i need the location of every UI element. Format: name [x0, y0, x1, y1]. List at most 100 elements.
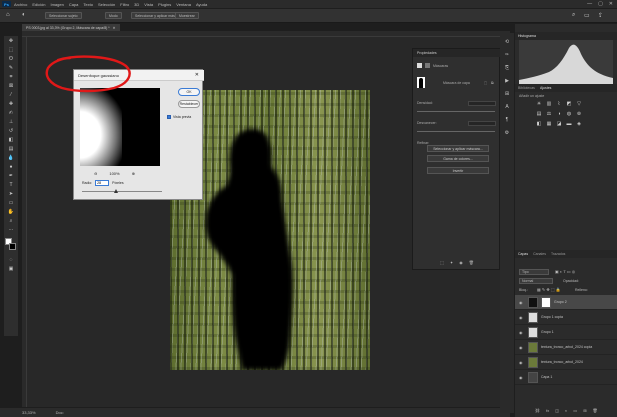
maximize-icon[interactable]: ▢ [598, 1, 603, 7]
radius-slider-thumb[interactable] [114, 189, 118, 193]
menu-item[interactable]: Capa [69, 2, 79, 7]
invert-button[interactable]: Invertir [427, 167, 489, 174]
reset-button[interactable]: Restablecer [178, 100, 200, 108]
share-icon[interactable]: ⇪ [598, 12, 603, 19]
clone-source-icon[interactable]: ⎘ [502, 63, 512, 72]
color-range-button[interactable]: Gama de colores... [427, 155, 489, 162]
zoom-in-icon[interactable]: ⊕ [132, 171, 135, 176]
menu-item[interactable]: Selección [98, 2, 115, 7]
mode-button[interactable]: Modo [105, 12, 122, 19]
layer-mask-thumbnail[interactable] [417, 77, 425, 88]
vibrance-icon[interactable]: ▽ [575, 100, 583, 107]
trash-icon[interactable]: 🗑 [593, 408, 598, 413]
feather-field[interactable] [468, 121, 496, 126]
crop-tool-icon[interactable]: ⌗ [6, 73, 16, 81]
home-icon[interactable]: ⌂ [6, 12, 10, 18]
sample-button[interactable]: Muestrear [175, 12, 199, 19]
layer-row[interactable]: ◉ Capa 1 [515, 370, 617, 385]
color-balance-icon[interactable]: ⚖ [545, 110, 553, 117]
menu-item[interactable]: Edición [32, 2, 45, 7]
eraser-tool-icon[interactable]: ◧ [6, 136, 16, 144]
apply-mask-icon[interactable]: ⧉ [491, 81, 494, 85]
zoom-tool-icon[interactable]: ⌕ [6, 217, 16, 225]
density-field[interactable] [468, 101, 496, 106]
layer-row[interactable]: ◉ Grupo 2 [515, 295, 617, 310]
tab-libraries[interactable]: Bibliotecas [518, 86, 535, 90]
background-color-swatch[interactable] [9, 243, 16, 250]
menu-item[interactable]: Imagen [50, 2, 63, 7]
frame-tool-icon[interactable]: ⊠ [6, 82, 16, 90]
menu-item[interactable]: 3D [134, 2, 139, 7]
healing-tool-icon[interactable]: ✚ [6, 100, 16, 108]
exposure-icon[interactable]: ◩ [565, 100, 573, 107]
color-swatches[interactable] [5, 238, 17, 252]
visibility-icon[interactable]: ◉ [459, 260, 463, 265]
move-tool-icon[interactable]: ✥ [6, 37, 16, 45]
tab-histogram[interactable]: Histograma [518, 34, 536, 38]
pen-tool-icon[interactable]: ✒ [6, 172, 16, 180]
link-icon[interactable]: ⛓ [535, 408, 540, 413]
brush-tool-icon[interactable]: ✍ [6, 109, 16, 117]
menu-item[interactable]: Archivo [14, 2, 27, 7]
shape-tool-icon[interactable]: ▭ [6, 199, 16, 207]
eye-icon[interactable]: ◉ [519, 375, 525, 380]
layer-row[interactable]: ◉ textura_tronco_arbol_2024 copia [515, 340, 617, 355]
eye-icon[interactable]: ◉ [519, 360, 525, 365]
apply-icon[interactable]: ✦ [450, 260, 453, 265]
menu-item[interactable]: Ayuda [196, 2, 207, 7]
history-panel-icon[interactable]: ⟲ [502, 37, 512, 46]
tool-preset-icon[interactable]: ◐ [22, 12, 26, 18]
dodge-tool-icon[interactable]: ● [6, 163, 16, 171]
document-tab[interactable]: PS 0003.jpg al 33,3% (Grupo 2, Máscara d… [22, 24, 120, 31]
invert-adj-icon[interactable]: ◧ [535, 120, 543, 127]
add-mask-icon[interactable]: ◫ [555, 408, 559, 413]
density-slider[interactable] [417, 111, 495, 112]
photo-filter-icon[interactable]: ◍ [565, 110, 573, 117]
group-icon[interactable]: ▭ [573, 408, 577, 413]
paragraph-panel-icon[interactable]: ¶ [502, 115, 512, 124]
zoom-out-icon[interactable]: ⊖ [94, 171, 97, 176]
path-select-tool-icon[interactable]: ➤ [6, 190, 16, 198]
screen-mode-icon[interactable]: ▣ [6, 265, 16, 273]
select-and-mask-button[interactable]: Seleccionar y aplicar máscara... [427, 145, 489, 152]
filter-icons[interactable]: ▣ ◐ T ▭ ◎ [555, 269, 575, 274]
history-brush-icon[interactable]: ↺ [6, 127, 16, 135]
layer-row[interactable]: ◉ Grupo 1 [515, 325, 617, 340]
search-icon[interactable]: ⌕ [572, 12, 575, 19]
glyphs-panel-icon[interactable]: ⚙ [502, 128, 512, 137]
tab-paths[interactable]: Trazados [551, 252, 565, 256]
brush-settings-icon[interactable]: ✑ [502, 50, 512, 59]
black-white-icon[interactable]: ◑ [555, 110, 563, 117]
dialog-close-icon[interactable]: ✕ [195, 72, 199, 78]
select-subject-button[interactable]: Seleccionar sujeto [45, 12, 82, 19]
eye-icon[interactable]: ◉ [519, 300, 525, 305]
layer-kind-filter[interactable]: Tipo [519, 269, 549, 275]
curves-icon[interactable]: ⌇ [555, 100, 563, 107]
minimize-icon[interactable]: — [587, 1, 592, 7]
brightness-icon[interactable]: ☀ [535, 100, 543, 107]
layer-mask-thumb[interactable] [541, 296, 551, 308]
marquee-tool-icon[interactable]: ⬚ [6, 46, 16, 54]
zoom-level[interactable]: 33,33% [22, 410, 36, 415]
eye-icon[interactable]: ◉ [519, 315, 525, 320]
ok-button[interactable]: OK [178, 88, 200, 96]
gradient-tool-icon[interactable]: ▤ [6, 145, 16, 153]
preview-checkbox[interactable]: Vista previa [167, 115, 191, 119]
fx-icon[interactable]: fx [546, 408, 549, 413]
menu-item[interactable]: Ventana [176, 2, 191, 7]
actions-panel-icon[interactable]: ▶ [502, 76, 512, 85]
layer-row[interactable]: ◉ textura_tronco_arbol_2024 [515, 355, 617, 370]
eye-icon[interactable]: ◉ [519, 345, 525, 350]
tab-channels[interactable]: Canales [533, 252, 546, 256]
layer-row[interactable]: ◉ Grupo 1 copia [515, 310, 617, 325]
tab-close-icon[interactable]: ✕ [113, 26, 116, 30]
load-selection-icon[interactable]: ⬚ [440, 260, 444, 265]
lasso-tool-icon[interactable]: ʘ [6, 55, 16, 63]
threshold-icon[interactable]: ◪ [555, 120, 563, 127]
radius-input[interactable]: 28 [95, 180, 110, 186]
menu-item[interactable]: Filtro [120, 2, 129, 7]
blur-tool-icon[interactable]: 💧 [6, 154, 16, 162]
menu-item[interactable]: Vista [144, 2, 153, 7]
checkbox-checked-icon[interactable] [167, 115, 171, 119]
workspace-icon[interactable]: ▭ [584, 12, 590, 19]
